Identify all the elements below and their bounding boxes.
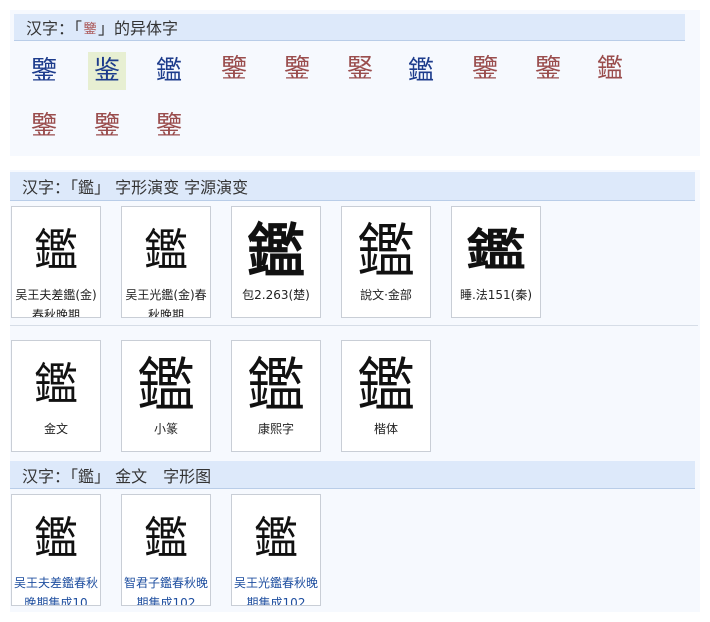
- variants-title-suffix: 」的异体字: [98, 19, 179, 38]
- variant-char[interactable]: 鑒: [25, 107, 63, 145]
- glyph-caption: 說文·金部: [360, 288, 412, 302]
- variant-char[interactable]: 鑒: [278, 50, 316, 88]
- glyph-caption: 吴王光鑑(金)春秋晚期: [125, 288, 207, 318]
- variant-char[interactable]: 鑒: [88, 107, 126, 145]
- variant-char[interactable]: 鑒: [529, 50, 567, 88]
- glyph-image: 鑑: [144, 513, 188, 564]
- glyph-caption: 小篆: [153, 422, 178, 436]
- evolution-card[interactable]: 鑑 吴王夫差鑑(金)春秋晚期: [11, 206, 101, 318]
- evolution-title: 汉字：「鑑」 字形演变 字源演变: [22, 178, 249, 197]
- evolution-card[interactable]: 鑑 金文: [11, 340, 101, 452]
- evolution-card[interactable]: 鑑 康熙字: [231, 340, 321, 452]
- variant-char[interactable]: 鋻: [341, 50, 379, 88]
- glyph-caption: 康熙字: [257, 422, 294, 436]
- glyph-caption: 吴王夫差鑑(金)春秋晚期: [15, 288, 97, 318]
- row-divider: [10, 325, 698, 326]
- glyph-caption: 楷体: [373, 422, 398, 436]
- glyph-image: 鑑: [144, 225, 188, 276]
- variants-title-glyph: 鑒: [83, 21, 97, 37]
- evolution-card[interactable]: 鑑 包2.263(楚): [231, 206, 321, 318]
- variant-char[interactable]: 鑒: [215, 50, 253, 88]
- evolution-card[interactable]: 鑑 說文·金部: [341, 206, 431, 318]
- glyph-image: 鑑: [246, 351, 305, 419]
- variant-char-selected[interactable]: 鉴: [88, 52, 126, 90]
- bronze-card[interactable]: 鑑 智君子鑑春秋晚期集成102: [121, 494, 211, 606]
- glyph-image: 鑑: [466, 225, 526, 276]
- glyph-caption: 睡.法151(秦): [459, 288, 533, 302]
- glyph-caption-link[interactable]: 吴王光鑑春秋晚期集成102: [232, 573, 320, 605]
- evolution-card[interactable]: 鑑 楷体: [341, 340, 431, 452]
- bronze-card[interactable]: 鑑 吴王夫差鑑春秋晚期集成10: [11, 494, 101, 606]
- variants-title-prefix: 汉字：「: [26, 19, 83, 38]
- evolution-header: 汉字：「鑑」 字形演变 字源演变: [10, 172, 695, 201]
- glyph-caption: 金文: [43, 422, 68, 436]
- glyph-image: 鑑: [136, 351, 195, 419]
- variant-char[interactable]: 鑑: [402, 52, 440, 90]
- glyph-image: 鑑: [356, 217, 415, 285]
- evolution-card[interactable]: 鑑 睡.法151(秦): [451, 206, 541, 318]
- variant-char[interactable]: 鑑: [150, 52, 188, 90]
- glyph-image: 鑑: [356, 351, 415, 419]
- glyph-image: 鑑: [34, 513, 78, 564]
- bronze-title: 汉字：「鑑」 金文 字形图: [22, 466, 212, 486]
- glyph-image: 鑑: [34, 225, 78, 276]
- evolution-card[interactable]: 鑑 小篆: [121, 340, 211, 452]
- glyph-caption: 包2.263(楚): [242, 288, 310, 302]
- glyph-image: 鑑: [254, 513, 298, 564]
- variant-char[interactable]: 鑒: [25, 52, 63, 90]
- variants-header: 汉字：「鑒」的异体字: [14, 14, 685, 41]
- variant-char[interactable]: 鑒: [466, 50, 504, 88]
- glyph-caption-link[interactable]: 智君子鑑春秋晚期集成102: [122, 573, 210, 605]
- glyph-caption-link[interactable]: 吴王夫差鑑春秋晚期集成10: [12, 573, 100, 605]
- variant-char[interactable]: 鑑: [591, 50, 629, 88]
- evolution-card[interactable]: 鑑 吴王光鑑(金)春秋晚期: [121, 206, 211, 318]
- variant-char[interactable]: 鑒: [150, 107, 188, 145]
- glyph-image: 鑑: [246, 217, 305, 285]
- bronze-header: 汉字：「鑑」 金文 字形图: [10, 461, 695, 489]
- bronze-card[interactable]: 鑑 吴王光鑑春秋晚期集成102: [231, 494, 321, 606]
- glyph-image: 鑑: [34, 359, 78, 410]
